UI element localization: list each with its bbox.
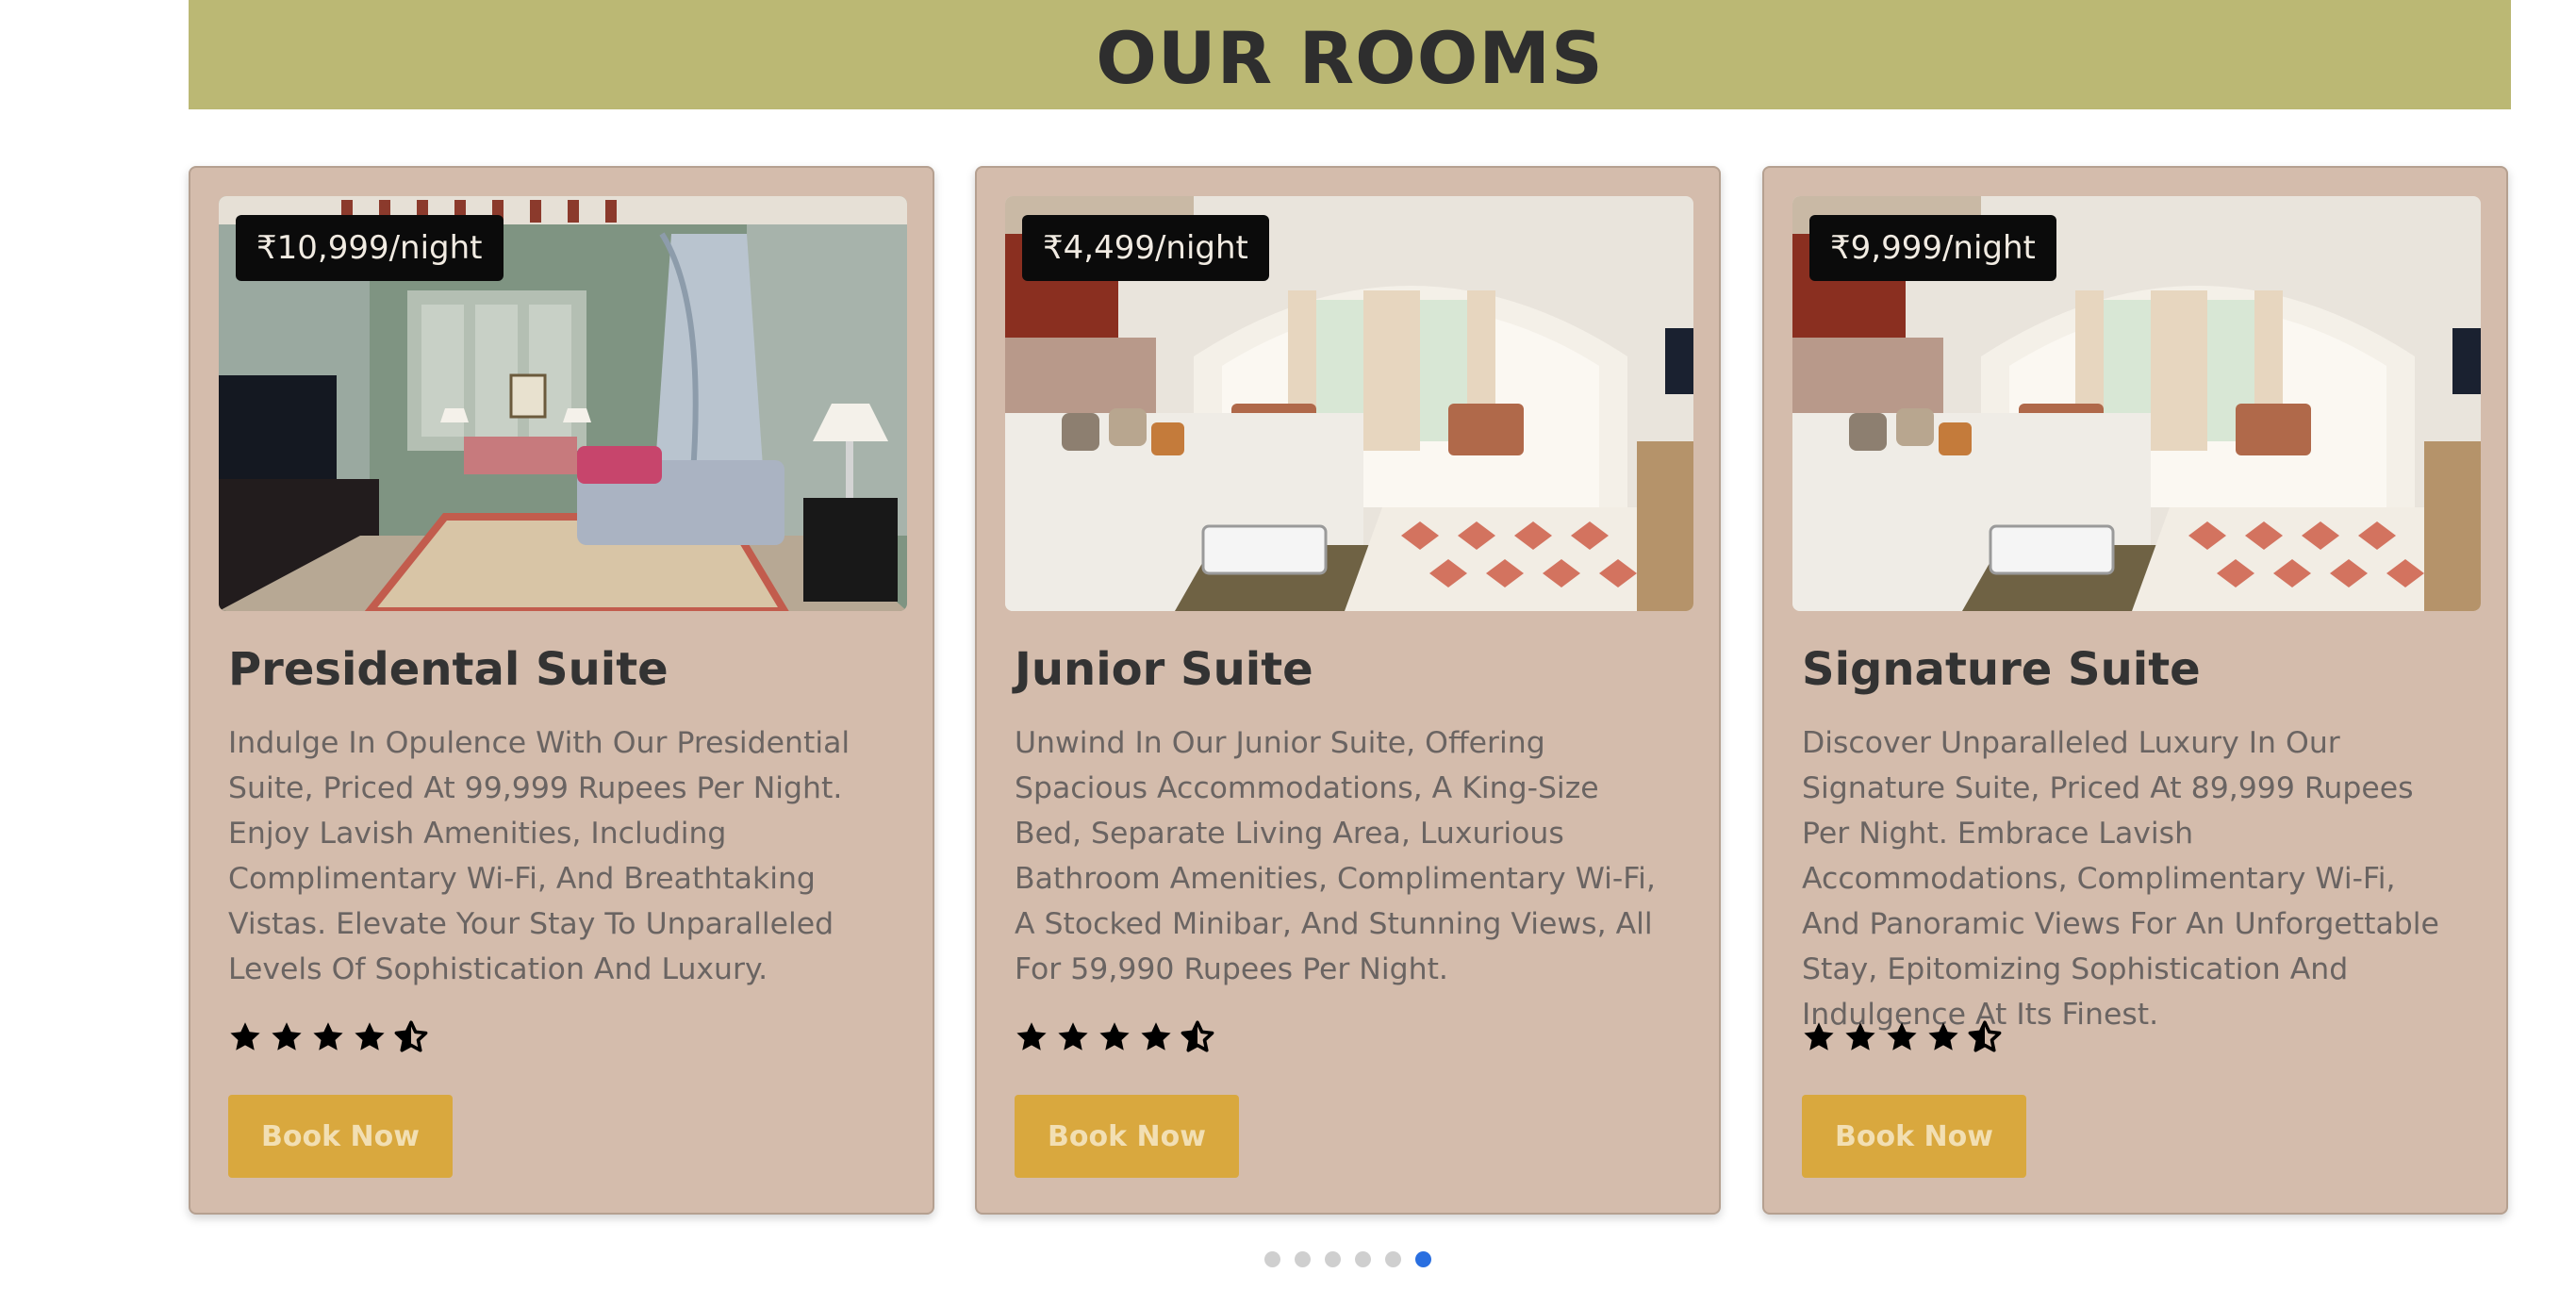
room-image: ₹10,999/night bbox=[219, 196, 907, 611]
room-title: Presidental Suite bbox=[228, 643, 669, 696]
star-full-icon bbox=[1887, 1022, 1917, 1050]
star-full-icon bbox=[1099, 1022, 1130, 1050]
star-half-icon bbox=[394, 1020, 428, 1052]
star-full-icon bbox=[272, 1022, 302, 1050]
room-title: Junior Suite bbox=[1015, 643, 1313, 696]
star-full-icon bbox=[1845, 1022, 1875, 1050]
room-carousel[interactable]: ₹10,999/night Presidental Suite Indulge … bbox=[189, 166, 2511, 1216]
star-full-icon bbox=[1016, 1022, 1047, 1050]
carousel-dot[interactable] bbox=[1415, 1251, 1431, 1267]
room-title: Signature Suite bbox=[1802, 643, 2201, 696]
room-card-junior: ₹4,499/night Junior Suite Unwind In Our … bbox=[975, 166, 1721, 1215]
book-now-button[interactable]: Book Now bbox=[228, 1095, 453, 1178]
rooms-page: OUR ROOMS ₹10,999/night Presidental Suit… bbox=[0, 0, 2576, 1290]
carousel-dot[interactable] bbox=[1325, 1251, 1341, 1267]
rating-stars bbox=[228, 1020, 428, 1054]
star-full-icon bbox=[313, 1022, 343, 1050]
carousel-dot[interactable] bbox=[1295, 1251, 1311, 1267]
star-full-icon bbox=[1141, 1022, 1171, 1050]
star-full-icon bbox=[1928, 1022, 1958, 1050]
carousel-pagination bbox=[1264, 1251, 1431, 1267]
star-full-icon bbox=[1058, 1022, 1088, 1050]
carousel-dot[interactable] bbox=[1355, 1251, 1371, 1267]
carousel-dot[interactable] bbox=[1264, 1251, 1280, 1267]
star-half-icon bbox=[1968, 1020, 2002, 1052]
rating-stars bbox=[1015, 1020, 1214, 1054]
price-badge: ₹9,999/night bbox=[1809, 215, 2056, 281]
room-card-signature: ₹9,999/night Signature Suite Discover Un… bbox=[1762, 166, 2508, 1215]
room-description: Discover Unparalleled Luxury In Our Sign… bbox=[1802, 726, 2439, 1032]
price-badge: ₹10,999/night bbox=[236, 215, 504, 281]
room-image: ₹9,999/night bbox=[1792, 196, 2481, 611]
star-full-icon bbox=[1804, 1022, 1834, 1050]
star-full-icon bbox=[355, 1022, 385, 1050]
price-badge: ₹4,499/night bbox=[1022, 215, 1269, 281]
star-full-icon bbox=[230, 1022, 260, 1050]
rating-stars bbox=[1802, 1020, 2002, 1054]
star-half-icon bbox=[1181, 1020, 1214, 1052]
book-now-button[interactable]: Book Now bbox=[1802, 1095, 2026, 1178]
section-title: OUR ROOMS bbox=[1096, 15, 1604, 100]
carousel-dot[interactable] bbox=[1385, 1251, 1401, 1267]
room-description: Indulge In Opulence With Our Presidentia… bbox=[228, 726, 850, 986]
book-now-button[interactable]: Book Now bbox=[1015, 1095, 1239, 1178]
room-card-presidential: ₹10,999/night Presidental Suite Indulge … bbox=[189, 166, 934, 1215]
section-header: OUR ROOMS bbox=[189, 0, 2511, 109]
room-description: Unwind In Our Junior Suite, Offering Spa… bbox=[1015, 726, 1656, 986]
room-image: ₹4,499/night bbox=[1005, 196, 1693, 611]
